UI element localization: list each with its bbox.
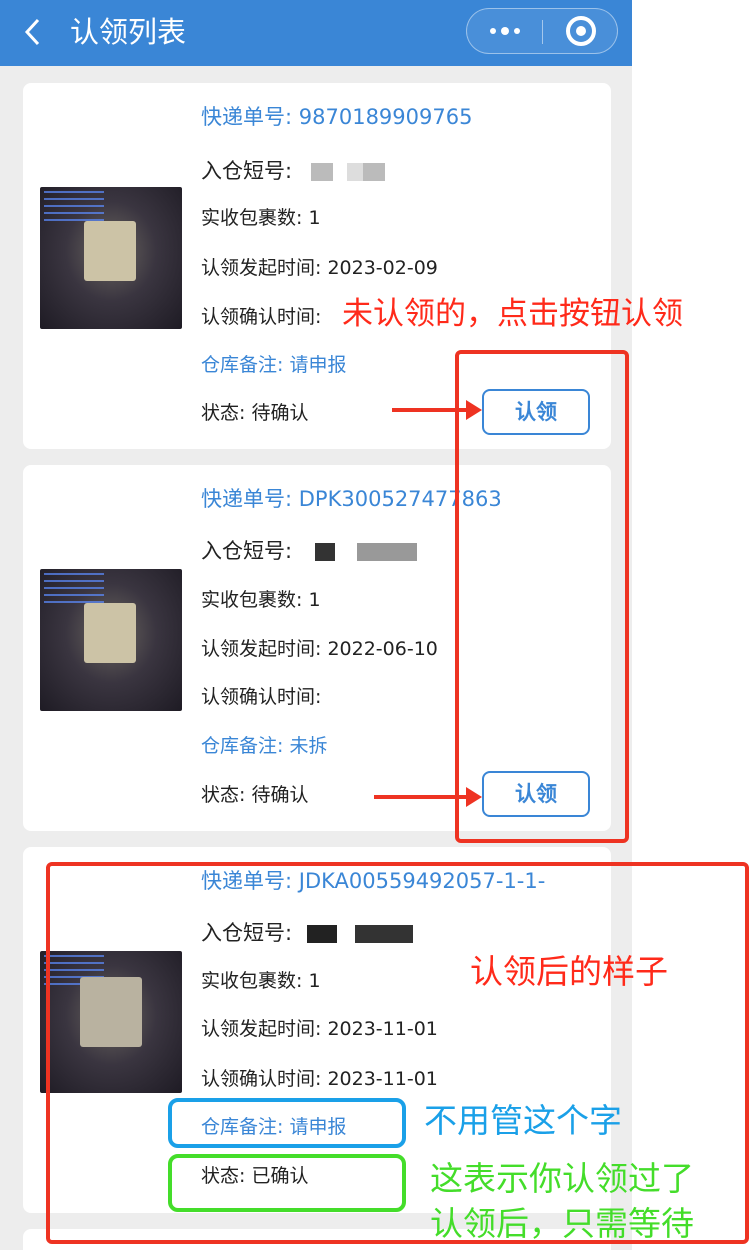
- warehouse-remark: 仓库备注: 未拆: [201, 735, 328, 757]
- status-text: 状态: 待确认: [201, 402, 309, 424]
- package-photo: [40, 569, 182, 711]
- warehouse-remark: 仓库备注: 请申报: [201, 354, 347, 376]
- annotation-after-claim: 认领后的样子: [470, 952, 668, 991]
- close-circle-icon[interactable]: [543, 9, 618, 53]
- page-title: 认领列表: [70, 15, 187, 49]
- more-icon[interactable]: [467, 9, 542, 53]
- package-count: 实收包裹数: 1: [201, 589, 321, 611]
- tracking-number: 快递单号: 9870189909765: [201, 105, 473, 129]
- nav-bar: 认领列表: [0, 0, 632, 66]
- claim-confirm-time: 认领确认时间:: [201, 306, 322, 328]
- annotation-unclaimed: 未认领的，点击按钮认领: [342, 296, 683, 332]
- annotation-claimed-line1: 这表示你认领过了: [430, 1159, 694, 1198]
- claim-start-time: 认领发起时间: 2023-02-09: [201, 257, 438, 279]
- highlight-frame-remark: [168, 1098, 406, 1148]
- annotation-claimed-line2: 认领后，只需等待: [430, 1204, 694, 1243]
- claim-confirm-time: 认领确认时间:: [201, 686, 322, 708]
- claim-start-time: 认领发起时间: 2022-06-10: [201, 638, 438, 660]
- highlight-frame-buttons: [455, 350, 629, 843]
- package-photo: [40, 187, 182, 329]
- package-count: 实收包裹数: 1: [201, 207, 321, 229]
- mini-program-capsule: [466, 8, 618, 54]
- short-number: 入仓短号:: [201, 537, 417, 565]
- annotation-ignore: 不用管这个字: [424, 1101, 622, 1140]
- highlight-frame-status: [168, 1154, 406, 1212]
- status-text: 状态: 待确认: [201, 784, 309, 806]
- arrow-icon: [392, 400, 482, 420]
- arrow-icon: [374, 787, 482, 807]
- short-number: 入仓短号:: [201, 157, 385, 185]
- chevron-left-icon[interactable]: [22, 12, 52, 52]
